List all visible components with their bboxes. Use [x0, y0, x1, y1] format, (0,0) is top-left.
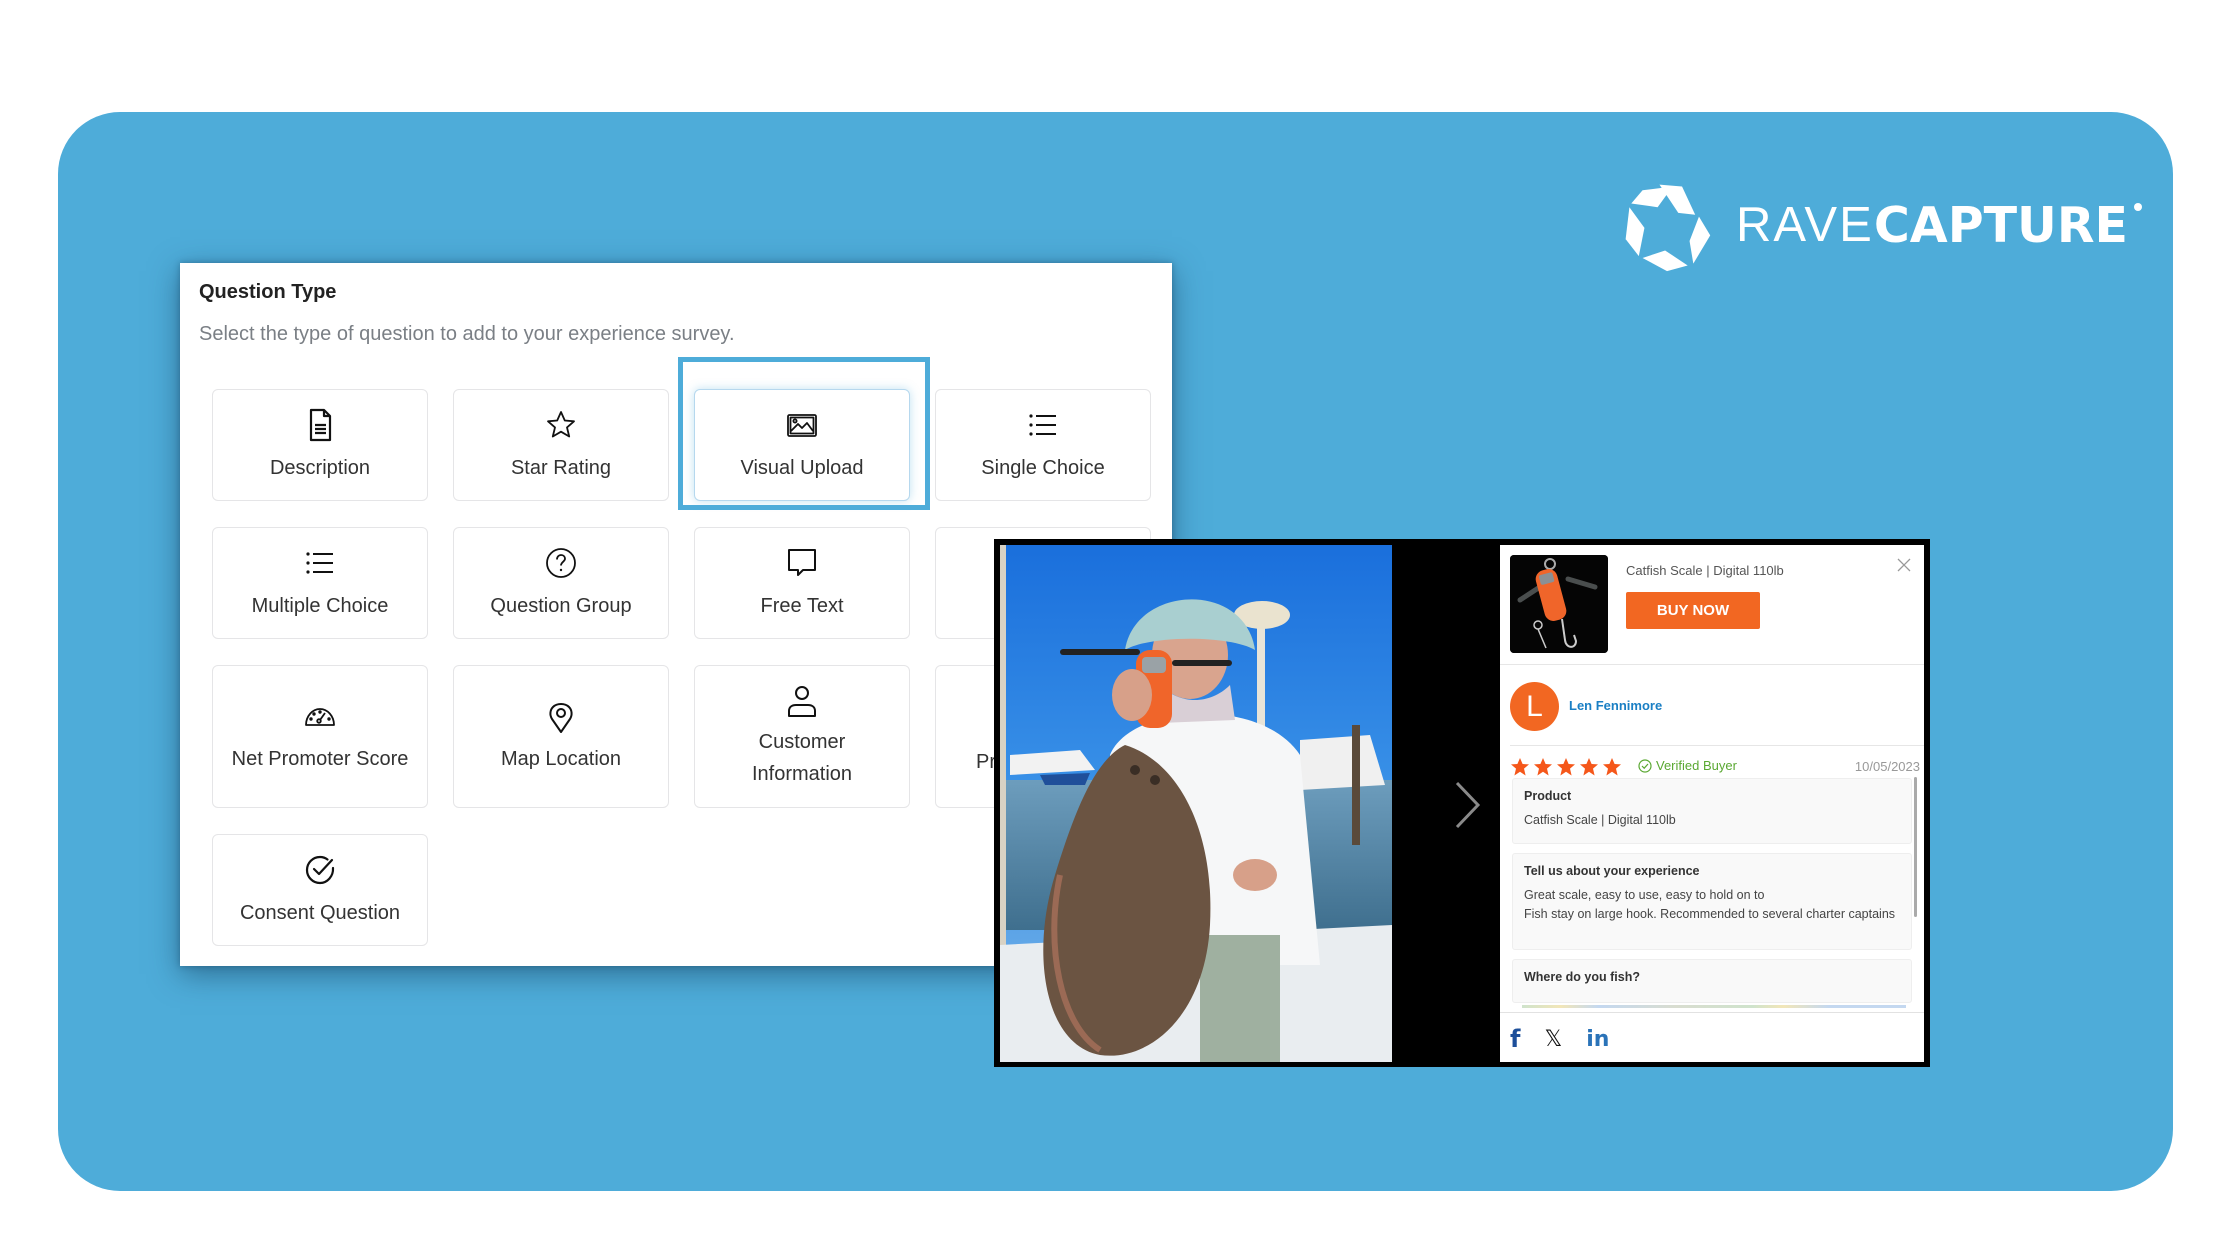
question-type-consent-question[interactable]: Consent Question: [212, 834, 428, 946]
reviewer-name[interactable]: Len Fennimore: [1569, 698, 1662, 713]
chat-bubble-icon: [788, 548, 816, 576]
review-lightbox: Catfish Scale | Digital 110lb BUY NOW L …: [994, 539, 1930, 1067]
star-icon: [547, 410, 575, 437]
next-chevron-icon[interactable]: [1452, 780, 1482, 830]
star-filled-icon: [1511, 758, 1529, 776]
review-detail-panel: Catfish Scale | Digital 110lb BUY NOW L …: [1500, 545, 1924, 1062]
question-type-multiple-choice[interactable]: Multiple Choice: [212, 527, 428, 639]
gauge-icon: [305, 708, 335, 726]
star-filled-icon: [1603, 758, 1621, 776]
answer-product: Product Catfish Scale | Digital 110lb: [1512, 778, 1912, 844]
reviewer-avatar: L: [1510, 682, 1559, 731]
panel-title: Question Type: [199, 281, 337, 303]
panel-subtitle: Select the type of question to add to yo…: [199, 323, 735, 345]
close-icon[interactable]: [1896, 557, 1912, 573]
check-circle-icon: [1638, 758, 1652, 773]
question-type-question-group[interactable]: Question Group: [453, 527, 669, 639]
x-twitter-icon[interactable]: 𝕏: [1544, 1027, 1562, 1052]
digital-scale-image: [1510, 555, 1608, 653]
question-type-star-rating[interactable]: Star Rating: [453, 389, 669, 501]
answer-where-fish: Where do you fish?: [1512, 959, 1912, 1003]
document-icon: [309, 408, 332, 441]
check-circle-icon: [305, 855, 335, 884]
list-icon: [306, 551, 333, 574]
star-rating: [1510, 757, 1622, 777]
star-filled-icon: [1580, 758, 1598, 776]
product-thumbnail[interactable]: [1510, 555, 1608, 653]
review-date: 10/05/2023: [1854, 759, 1920, 774]
review-photo[interactable]: [1000, 545, 1392, 1062]
image-icon: [787, 413, 817, 437]
star-filled-icon: [1534, 758, 1552, 776]
facebook-icon[interactable]: f: [1510, 1025, 1520, 1053]
question-circle-icon: [546, 547, 576, 578]
question-type-visual-upload[interactable]: Visual Upload: [694, 389, 910, 501]
header-divider: [1500, 664, 1924, 665]
ravecapture-logo: RAVE CAPTURE: [1620, 178, 2143, 273]
question-type-map-location[interactable]: Map Location: [453, 665, 669, 808]
map-pin-icon: [549, 703, 573, 733]
footer-divider: [1500, 1012, 1924, 1013]
list-icon: [1029, 413, 1056, 436]
brand-wordmark: RAVE CAPTURE: [1736, 197, 2143, 254]
question-type-net-promoter-score[interactable]: Net Promoter Score: [212, 665, 428, 808]
product-name: Catfish Scale | Digital 110lb: [1626, 563, 1784, 578]
answers-scrollbar[interactable]: [1914, 777, 1917, 917]
share-links: f 𝕏 in: [1510, 1025, 1609, 1053]
map-preview[interactable]: [1522, 1005, 1906, 1008]
user-icon: [788, 686, 816, 717]
buy-now-button[interactable]: BUY NOW: [1626, 592, 1760, 629]
star-filled-icon: [1557, 758, 1575, 776]
reviewer-divider: [1510, 745, 1924, 746]
registered-dot: [2134, 203, 2143, 211]
star-pinwheel-logo-icon: [1625, 184, 1711, 271]
question-type-description[interactable]: Description: [212, 389, 428, 501]
question-type-free-text[interactable]: Free Text: [694, 527, 910, 639]
verified-buyer-badge: Verified Buyer: [1638, 758, 1737, 773]
question-type-single-choice[interactable]: Single Choice: [935, 389, 1151, 501]
question-type-customer-information[interactable]: Customer Information: [694, 665, 910, 808]
linkedin-icon[interactable]: in: [1586, 1027, 1609, 1052]
answer-experience: Tell us about your experience Great scal…: [1512, 853, 1912, 950]
fisherman-photo-illustration: [1000, 545, 1392, 1062]
